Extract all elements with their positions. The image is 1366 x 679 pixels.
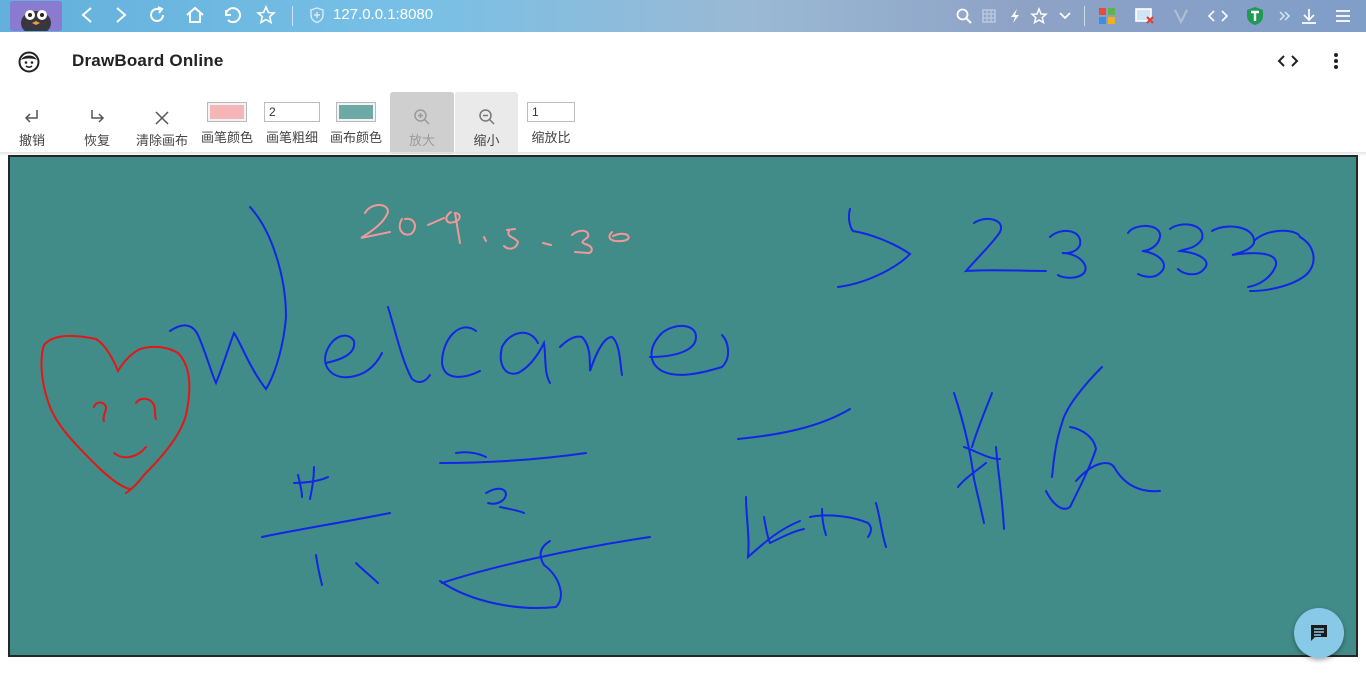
bookmark-star-icon[interactable] — [255, 4, 277, 26]
zoom-in-icon — [413, 100, 431, 126]
zoom-out-label: 缩小 — [473, 133, 500, 148]
redo-button[interactable]: 恢复 — [66, 92, 128, 154]
undo-icon[interactable] — [220, 4, 242, 26]
redo-label: 恢复 — [83, 133, 110, 148]
address-bar[interactable]: 127.0.0.1:8080 — [333, 6, 433, 23]
undo-label: 撤销 — [18, 133, 45, 148]
clear-canvas-label: 清除画布 — [135, 133, 188, 148]
screenshot-icon[interactable] — [1134, 5, 1156, 27]
drawing-canvas[interactable] — [8, 155, 1358, 657]
apps-icon[interactable] — [1096, 5, 1118, 27]
profile-avatar[interactable] — [10, 1, 62, 31]
forward-icon[interactable] — [110, 4, 132, 26]
extension-t-icon[interactable] — [1244, 5, 1266, 27]
home-icon[interactable] — [184, 4, 206, 26]
app-bar: DrawBoard Online — [0, 32, 1366, 90]
zoom-ratio-label: 缩放比 — [531, 130, 571, 145]
star-icon[interactable] — [1028, 5, 1050, 27]
more-arrows-icon[interactable] — [1274, 5, 1296, 27]
bolt-icon[interactable] — [1004, 5, 1026, 27]
drawing-chinese-stroke — [261, 366, 1161, 609]
zoom-out-button[interactable]: 缩小 — [455, 92, 518, 154]
back-icon[interactable] — [76, 4, 98, 26]
canvas-color-label: 画布颜色 — [329, 130, 382, 145]
chat-fab-button[interactable] — [1294, 608, 1344, 658]
more-vert-icon[interactable] — [1326, 50, 1346, 72]
drawing-toolbar: 撤销 恢复 清除画布 画笔颜色 画笔粗细 画布颜色 放大 缩小 — [0, 90, 1366, 156]
drawing-date-stroke — [360, 204, 630, 255]
code-icon[interactable] — [1207, 5, 1229, 27]
chevron-down-icon[interactable] — [1054, 5, 1076, 27]
redo-arrow-icon — [88, 100, 106, 126]
pen-size-label: 画笔粗细 — [265, 130, 318, 145]
download-icon[interactable] — [1298, 5, 1320, 27]
zoom-ratio-control: 缩放比 — [520, 92, 582, 154]
source-code-icon[interactable] — [1276, 50, 1300, 72]
canvas-color-swatch[interactable] — [336, 102, 376, 122]
zoom-in-button[interactable]: 放大 — [390, 92, 454, 154]
grid-icon[interactable] — [978, 5, 1000, 27]
app-title: DrawBoard Online — [72, 51, 224, 70]
zoom-in-label: 放大 — [408, 133, 435, 148]
browser-toolbar: 127.0.0.1:8080 — [0, 0, 1366, 32]
close-icon — [154, 100, 170, 126]
undo-arrow-icon — [23, 100, 41, 126]
zoom-out-icon — [478, 100, 496, 126]
chat-icon — [1311, 625, 1327, 641]
menu-icon[interactable] — [1332, 5, 1354, 27]
drawing-heart-stroke — [40, 334, 191, 494]
undo-button[interactable]: 撤销 — [1, 92, 63, 154]
drawing-number-stroke — [837, 208, 1315, 292]
pen-size-control: 画笔粗细 — [261, 92, 323, 154]
drawing-welcome-stroke — [169, 206, 729, 391]
pen-color-label: 画笔颜色 — [200, 130, 253, 145]
zoom-ratio-input[interactable] — [527, 102, 575, 122]
clear-canvas-button[interactable]: 清除画布 — [131, 92, 193, 154]
canvas-color-picker[interactable]: 画布颜色 — [325, 92, 387, 154]
app-logo-icon[interactable] — [18, 51, 40, 73]
pen-color-picker[interactable]: 画笔颜色 — [196, 92, 258, 154]
search-icon[interactable] — [953, 5, 975, 27]
pen-size-input[interactable] — [264, 102, 320, 122]
pen-color-swatch[interactable] — [207, 102, 247, 122]
shield-icon — [306, 4, 328, 26]
v-icon[interactable] — [1170, 5, 1192, 27]
reload-icon[interactable] — [146, 4, 168, 26]
